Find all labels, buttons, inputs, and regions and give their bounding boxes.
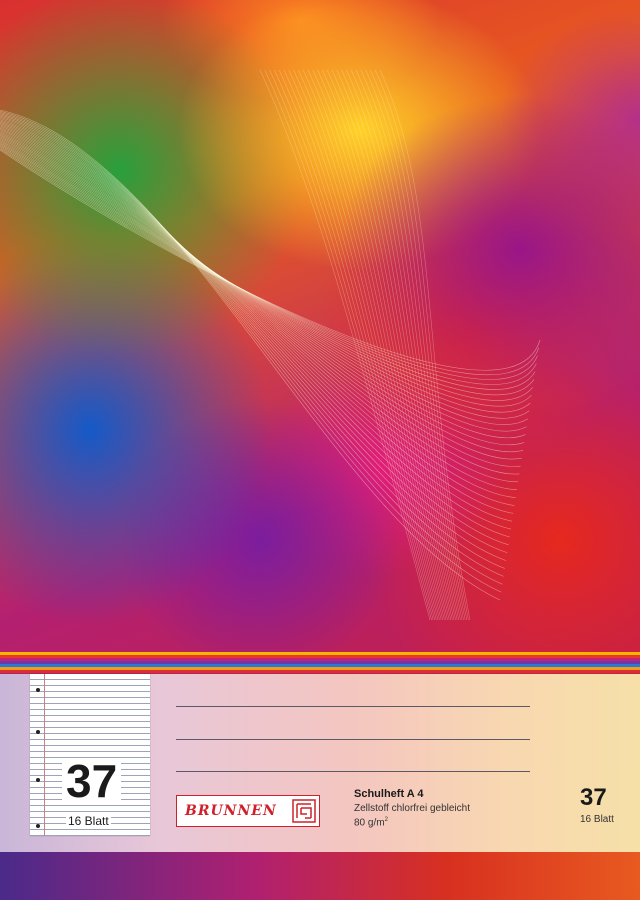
- color-stripe: [0, 670, 640, 673]
- mesh-line: [259, 69, 431, 621]
- brunnen-logo-mark-icon: [292, 799, 316, 823]
- mesh-line: [0, 121, 513, 522]
- name-write-line: [176, 706, 530, 707]
- mesh-line: [0, 114, 505, 569]
- mesh-line: [0, 131, 522, 460]
- wave-mesh-graphic: [0, 69, 541, 621]
- paper-description: Zellstoff chlorfrei gebleicht: [354, 803, 470, 814]
- mesh-line: [0, 135, 526, 439]
- mesh-line: [0, 124, 515, 506]
- mesh-line: [288, 69, 440, 621]
- bottom-band: [0, 852, 640, 900]
- mesh-line: [0, 113, 504, 577]
- subject-write-line: [176, 739, 530, 740]
- right-notebook-number: 37: [580, 784, 607, 811]
- punch-hole: [36, 730, 40, 734]
- mesh-line: [264, 69, 432, 621]
- color-stripes: [0, 652, 640, 674]
- punch-hole: [36, 778, 40, 782]
- punch-hole: [36, 824, 40, 828]
- product-title: Schulheft A 4: [354, 788, 424, 800]
- brand-logo: BRUNNEN: [176, 795, 320, 827]
- class-write-line: [176, 771, 530, 772]
- sheet-count: 16 Blatt: [66, 814, 111, 828]
- notebook-cover: 37 16 Blatt BRUNNEN Schulheft A 4 Zellst…: [0, 0, 640, 900]
- paper-weight: 80 g/m2: [354, 817, 388, 829]
- margin-line: [44, 674, 45, 836]
- lined-page-preview: 37 16 Blatt: [30, 674, 150, 836]
- mesh-line: [0, 147, 538, 380]
- mesh-line: [0, 149, 541, 371]
- brand-name: BRUNNEN: [185, 803, 277, 819]
- mesh-line: [360, 69, 464, 621]
- mesh-line: [341, 69, 458, 621]
- notebook-number: 37: [62, 758, 122, 804]
- punch-hole: [36, 688, 40, 692]
- mesh-line: [346, 69, 460, 621]
- right-sheet-count: 16 Blatt: [580, 814, 614, 825]
- mesh-line: [0, 123, 514, 514]
